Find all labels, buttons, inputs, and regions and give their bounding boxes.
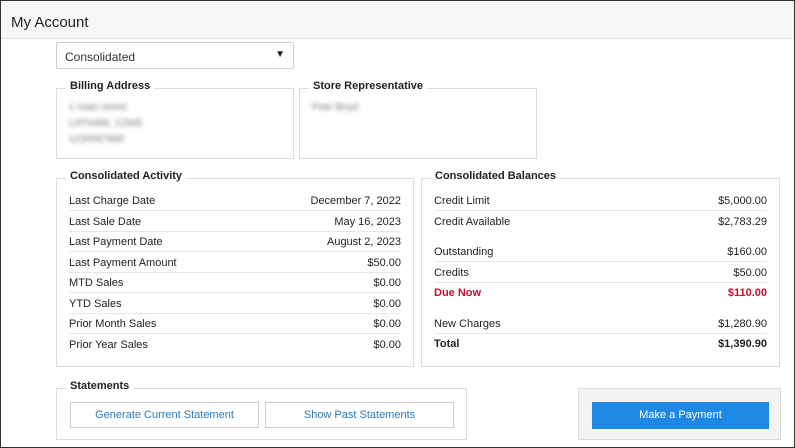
- activity-row: YTD Sales $0.00: [69, 294, 401, 314]
- balance-row-outstanding: Outstanding $160.00: [434, 242, 767, 262]
- activity-label: Prior Year Sales: [69, 339, 148, 351]
- balance-row-new-charges: New Charges $1,280.90: [434, 314, 767, 334]
- balance-row-due-now: Due Now $110.00: [434, 283, 767, 303]
- activity-value: $50.00: [367, 257, 401, 269]
- activity-label: Prior Month Sales: [69, 318, 157, 330]
- activity-row: Last Sale Date May 16, 2023: [69, 212, 401, 232]
- billing-address-title: Billing Address: [66, 80, 155, 92]
- activity-title: Consolidated Activity: [66, 170, 187, 182]
- balance-row-total: Total $1,390.90: [434, 334, 767, 354]
- page-title: My Account: [11, 14, 89, 31]
- make-payment-button[interactable]: Make a Payment: [592, 402, 769, 429]
- store-representative-title: Store Representative: [309, 80, 428, 92]
- balance-label: Due Now: [434, 287, 482, 299]
- activity-value: $0.00: [373, 298, 401, 310]
- balances-box: Credit Limit $5,000.00 Credit Available …: [421, 178, 780, 367]
- balance-label: Total: [434, 338, 460, 350]
- representative-name: Pete Boyd: [312, 102, 359, 113]
- billing-address-line: 1 main street: [69, 102, 127, 113]
- activity-box: Last Charge Date December 7, 2022 Last S…: [56, 178, 414, 367]
- balance-value: $50.00: [733, 267, 767, 279]
- billing-address-line: 1234567890: [69, 134, 125, 145]
- balance-value: $160.00: [727, 246, 767, 258]
- activity-row: Last Charge Date December 7, 2022: [69, 191, 401, 211]
- balance-row-credit-available: Credit Available $2,783.29: [434, 212, 767, 232]
- statements-title: Statements: [66, 380, 134, 392]
- activity-row: Prior Year Sales $0.00: [69, 335, 401, 355]
- balance-label: New Charges: [434, 318, 501, 330]
- activity-label: MTD Sales: [69, 277, 124, 289]
- activity-value: $0.00: [373, 277, 401, 289]
- balance-value: $2,783.29: [718, 216, 767, 228]
- activity-row: Last Payment Date August 2, 2023: [69, 232, 401, 252]
- activity-row: MTD Sales $0.00: [69, 273, 401, 293]
- page-header: My Account: [1, 1, 794, 39]
- balance-label: Credits: [434, 267, 469, 279]
- activity-label: Last Payment Date: [69, 236, 163, 248]
- balance-label: Credit Limit: [434, 195, 490, 207]
- balance-label: Outstanding: [434, 246, 494, 258]
- activity-row: Prior Month Sales $0.00: [69, 314, 401, 334]
- billing-address-line: LATHAM, 12345: [69, 118, 143, 129]
- balance-value: $1,390.90: [718, 338, 767, 350]
- activity-value: August 2, 2023: [326, 236, 401, 248]
- billing-address-box: 1 main street LATHAM, 12345 1234567890: [56, 88, 294, 159]
- balance-value: $5,000.00: [718, 195, 767, 207]
- generate-statement-button[interactable]: Generate Current Statement: [70, 402, 259, 428]
- activity-label: Last Payment Amount: [69, 257, 177, 269]
- activity-label: Last Charge Date: [69, 195, 156, 207]
- balance-value: $110.00: [727, 287, 767, 299]
- activity-value: $0.00: [373, 318, 401, 330]
- triangle-down-icon: ▼: [275, 49, 285, 60]
- past-statements-button[interactable]: Show Past Statements: [265, 402, 454, 428]
- balance-label: Credit Available: [434, 216, 511, 228]
- store-representative-box: Pete Boyd: [299, 88, 537, 159]
- statements-box: Generate Current Statement Show Past Sta…: [56, 388, 467, 440]
- activity-value: December 7, 2022: [310, 195, 402, 207]
- account-select[interactable]: Consolidated ▼: [56, 42, 294, 69]
- activity-label: YTD Sales: [69, 298, 122, 310]
- activity-value: May 16, 2023: [334, 216, 401, 228]
- payment-panel: Make a Payment: [578, 388, 781, 440]
- balance-row-credits: Credits $50.00: [434, 263, 767, 283]
- activity-row: Last Payment Amount $50.00: [69, 253, 401, 273]
- balance-value: $1,280.90: [718, 318, 767, 330]
- balance-row-credit-limit: Credit Limit $5,000.00: [434, 191, 767, 211]
- activity-label: Last Sale Date: [69, 216, 142, 228]
- activity-value: $0.00: [373, 339, 401, 351]
- balances-title: Consolidated Balances: [431, 170, 561, 182]
- account-select-value: Consolidated: [65, 50, 136, 64]
